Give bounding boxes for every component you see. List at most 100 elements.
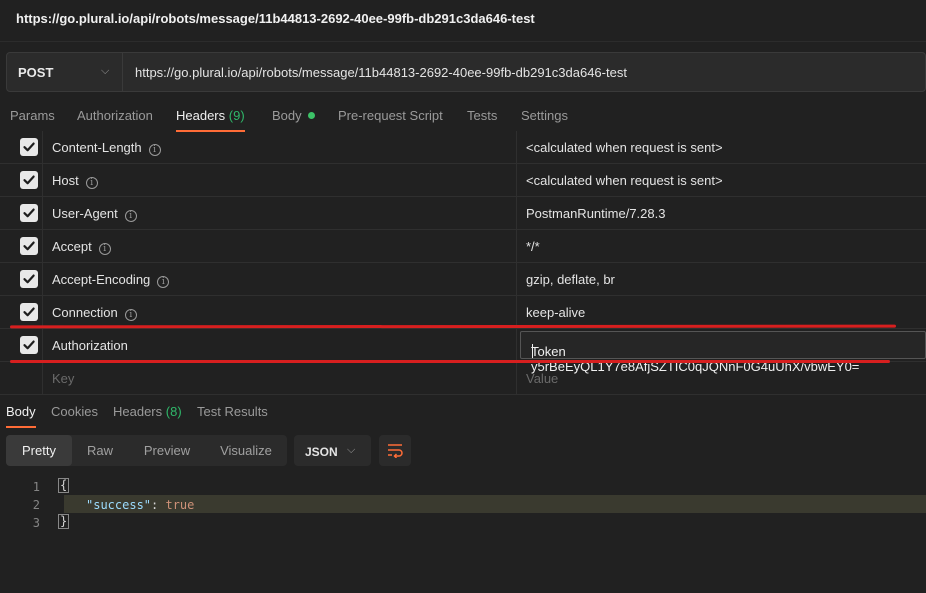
header-key-text: Content-Length (52, 140, 142, 155)
column-divider (42, 197, 43, 230)
tab-response-body[interactable]: Body (6, 404, 36, 428)
url-input[interactable]: https://go.plural.io/api/robots/message/… (135, 65, 627, 80)
header-key-text: Authorization (52, 338, 128, 353)
response-headers-count: (8) (165, 404, 182, 419)
header-enabled-checkbox[interactable] (20, 237, 38, 255)
headers-count: (9) (228, 108, 245, 123)
line-number: 2 (32, 498, 40, 512)
request-tabs: Params Authorization Headers (9) Body Pr… (0, 100, 926, 132)
info-icon[interactable]: i (124, 309, 137, 321)
header-value[interactable]: <calculated when request is sent> (526, 173, 723, 188)
chevron-down-icon: ⌵ (101, 65, 110, 77)
header-row: Accept i */* (0, 230, 926, 263)
format-label: JSON (305, 445, 338, 459)
info-icon[interactable]: i (124, 210, 137, 222)
header-key[interactable]: Host i (52, 173, 98, 189)
method-label: POST (18, 65, 54, 80)
header-value[interactable]: gzip, deflate, br (526, 272, 615, 287)
info-icon[interactable]: i (148, 144, 161, 156)
header-value-input[interactable]: Token y5rBeEyQL1Y7e8AfjSZTIC0qJQNnF0G4uU… (520, 331, 926, 374)
header-key-text: Accept-Encoding (52, 272, 151, 287)
column-divider (42, 263, 43, 296)
column-divider (42, 230, 43, 263)
new-header-key-input[interactable]: Key (52, 371, 74, 386)
new-header-value-input[interactable]: Value (526, 371, 558, 386)
header-key[interactable]: User-Agent i (52, 206, 137, 222)
header-row: Content-Length i <calculated when request … (0, 131, 926, 164)
info-icon[interactable]: i (157, 276, 170, 288)
tab-authorization[interactable]: Authorization (77, 108, 153, 123)
column-divider (516, 164, 517, 197)
header-key[interactable]: Connection i (52, 305, 137, 321)
json-colon: : (151, 498, 166, 512)
header-key[interactable]: Accept-Encoding i (52, 272, 170, 288)
json-value: true (165, 498, 195, 512)
new-header-row: Key Value (0, 362, 926, 395)
checkmark-icon (23, 241, 35, 251)
column-divider (516, 230, 517, 263)
tab-response-headers[interactable]: Headers (8) (113, 404, 182, 419)
request-title[interactable]: https://go.plural.io/api/robots/message/… (16, 11, 535, 26)
header-value[interactable]: <calculated when request is sent> (526, 140, 723, 155)
code-line-2: "success": true (86, 498, 194, 512)
checkmark-icon (23, 307, 35, 317)
wrap-lines-button[interactable] (379, 435, 411, 466)
text-caret (532, 344, 533, 358)
code-line-3: } (58, 514, 70, 529)
format-select[interactable]: JSON ⌵ (294, 435, 371, 466)
header-value[interactable]: */* (526, 239, 540, 254)
checkmark-icon (23, 208, 35, 218)
view-raw-button[interactable]: Raw (76, 435, 124, 466)
line-number: 3 (32, 516, 40, 530)
column-divider (516, 263, 517, 296)
header-value[interactable]: PostmanRuntime/7.28.3 (526, 206, 665, 221)
tab-headers[interactable]: Headers (9) (176, 108, 245, 132)
tab-test-results[interactable]: Test Results (197, 404, 268, 419)
header-key-text: Host (52, 173, 79, 188)
header-row: User-Agent i PostmanRuntime/7.28.3 (0, 197, 926, 230)
view-pretty-button[interactable]: Pretty (6, 435, 72, 466)
tab-settings[interactable]: Settings (521, 108, 568, 123)
chevron-down-icon: ⌵ (347, 444, 356, 456)
column-divider (42, 329, 43, 362)
header-row: Accept-Encoding i gzip, deflate, br (0, 263, 926, 296)
header-enabled-checkbox[interactable] (20, 204, 38, 222)
tab-response-headers-label: Headers (113, 404, 163, 419)
header-enabled-checkbox[interactable] (20, 303, 38, 321)
header-enabled-checkbox[interactable] (20, 270, 38, 288)
header-key[interactable]: Accept i (52, 239, 111, 255)
checkmark-icon (23, 340, 35, 350)
info-icon[interactable]: i (85, 177, 98, 189)
info-icon[interactable]: i (98, 243, 111, 255)
tab-prerequest-script[interactable]: Pre-request Script (338, 108, 443, 123)
column-divider (516, 329, 517, 362)
tab-response-cookies[interactable]: Cookies (51, 404, 98, 419)
header-value[interactable]: keep-alive (526, 305, 585, 320)
column-divider (516, 362, 517, 395)
method-select[interactable]: POST ⌵ (7, 53, 123, 91)
tab-params[interactable]: Params (10, 108, 55, 123)
response-tabs: Body Cookies Headers (8) Test Results (0, 396, 926, 428)
header-enabled-checkbox[interactable] (20, 138, 38, 156)
view-mode-segmented: Pretty Raw Preview Visualize (6, 435, 287, 466)
request-url-bar: POST ⌵ https://go.plural.io/api/robots/m… (6, 52, 926, 92)
header-key-text: Accept (52, 239, 92, 254)
tab-body[interactable]: Body (272, 108, 315, 123)
code-line-1: { (58, 478, 70, 493)
header-key[interactable]: Authorization (52, 338, 128, 353)
close-brace: } (58, 514, 70, 529)
tab-tests[interactable]: Tests (467, 108, 497, 123)
header-enabled-checkbox[interactable] (20, 171, 38, 189)
checkmark-icon (23, 274, 35, 284)
header-key-text: User-Agent (52, 206, 118, 221)
tab-headers-label: Headers (176, 108, 226, 123)
header-enabled-checkbox[interactable] (20, 336, 38, 354)
column-divider (42, 164, 43, 197)
view-preview-button[interactable]: Preview (132, 435, 202, 466)
wrap-lines-icon (388, 444, 403, 458)
body-indicator-dot (307, 112, 315, 119)
window-titlebar: https://go.plural.io/api/robots/message/… (0, 0, 926, 40)
header-key[interactable]: Content-Length i (52, 140, 161, 156)
view-visualize-button[interactable]: Visualize (209, 435, 283, 466)
checkmark-icon (23, 142, 35, 152)
